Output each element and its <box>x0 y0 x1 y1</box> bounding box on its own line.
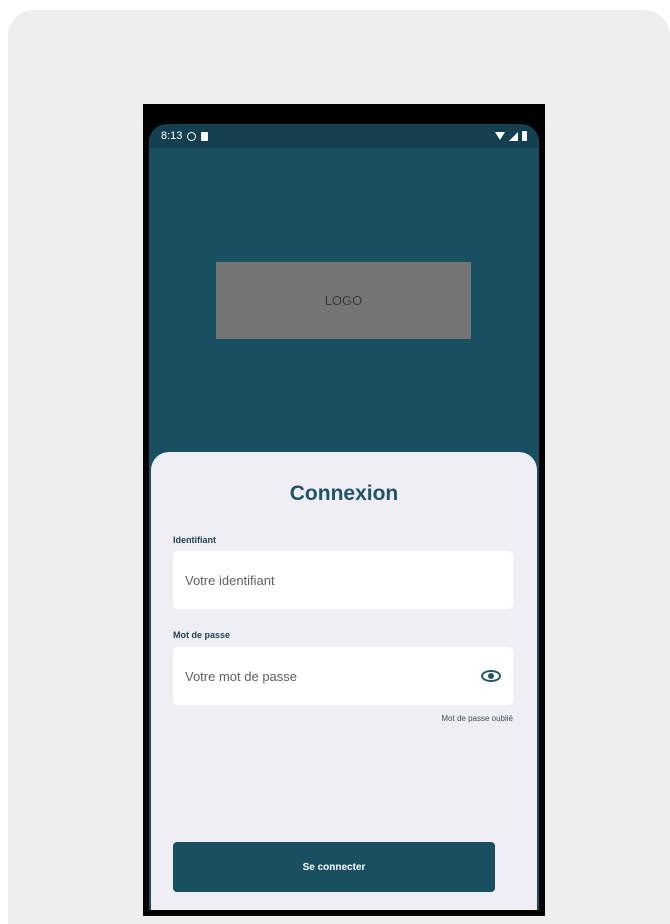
signal-icon <box>509 131 518 141</box>
identifier-placeholder: Votre identifiant <box>185 572 275 588</box>
login-sheet: Connexion Identifiant Votre identifiant … <box>151 452 537 910</box>
wifi-icon <box>495 132 505 140</box>
identifier-label: Identifiant <box>173 535 216 545</box>
logo-placeholder: LOGO <box>216 262 471 339</box>
sim-icon <box>201 131 209 141</box>
eye-icon[interactable] <box>481 670 501 682</box>
phone-frame: 8:13 LOGO Connexion Identifiant Votre id… <box>143 104 545 916</box>
eye-pupil <box>488 673 494 679</box>
identifier-field[interactable]: Votre identifiant <box>173 551 513 609</box>
battery-icon <box>522 131 527 141</box>
status-right <box>495 131 527 141</box>
login-button[interactable]: Se connecter <box>173 842 495 892</box>
status-left: 8:13 <box>161 130 209 142</box>
page-title: Connexion <box>289 482 399 505</box>
app-screen: 8:13 LOGO Connexion Identifiant Votre id… <box>149 124 539 910</box>
password-field[interactable]: Votre mot de passe <box>173 647 513 705</box>
forgot-password-link[interactable]: Mot de passe oublié <box>441 714 513 723</box>
password-placeholder: Votre mot de passe <box>185 668 298 684</box>
password-label: Mot de passe <box>173 630 231 640</box>
logo-text: LOGO <box>324 293 363 308</box>
status-time: 8:13 <box>161 130 183 142</box>
status-bar: 8:13 <box>149 124 539 148</box>
globe-icon <box>187 131 197 141</box>
